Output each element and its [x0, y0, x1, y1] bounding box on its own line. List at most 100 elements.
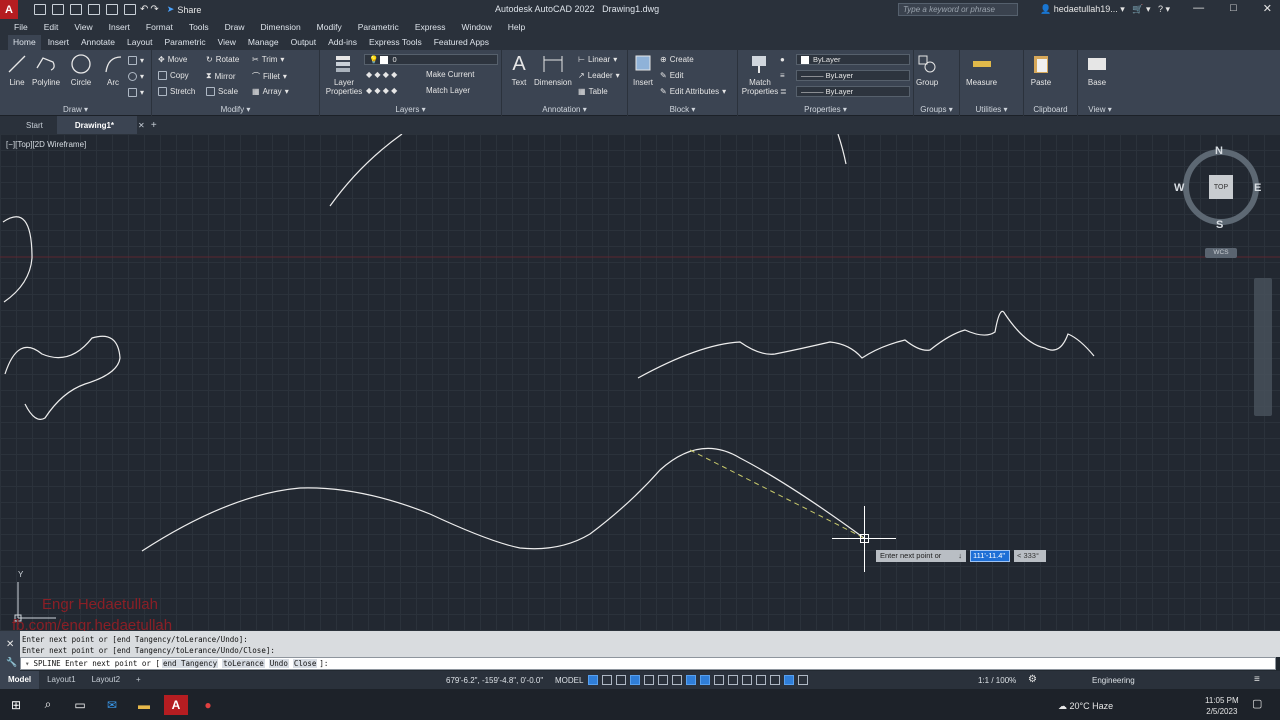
auto-scale-icon[interactable]	[798, 675, 808, 685]
open-file-icon[interactable]	[52, 4, 64, 15]
tab-manage[interactable]: Manage	[243, 35, 284, 50]
dynamic-angle-input[interactable]: < 333°	[1014, 550, 1046, 562]
isodraft-icon[interactable]	[644, 675, 654, 685]
tab-featured-apps[interactable]: Featured Apps	[429, 35, 494, 50]
text-tool[interactable]: A Text	[508, 53, 530, 88]
rotate-tool[interactable]: ↻ Rotate	[206, 55, 239, 64]
tab-annotate[interactable]: Annotate	[76, 35, 120, 50]
match-properties-tool[interactable]: Match Properties	[740, 53, 780, 96]
new-file-icon[interactable]	[34, 4, 46, 15]
menu-insert[interactable]: Insert	[109, 22, 130, 32]
compass-south[interactable]: S	[1216, 219, 1223, 231]
plot-icon[interactable]	[124, 4, 136, 15]
start-tab[interactable]: Start	[0, 116, 57, 134]
gizmo-icon[interactable]	[770, 675, 780, 685]
copy-tool[interactable]: Copy	[158, 71, 189, 80]
task-view-icon[interactable]: ▭	[68, 695, 92, 715]
units-dropdown[interactable]: Engineering	[1092, 676, 1135, 685]
layer-tools-icons[interactable]: ◆ ◆ ◆ ◆	[366, 86, 397, 95]
circle-tool[interactable]: Circle	[70, 53, 92, 87]
save-icon[interactable]	[70, 4, 82, 15]
command-input[interactable]: ▾ SPLINE Enter next point or [ end Tange…	[20, 657, 1276, 670]
array-tool[interactable]: ▦ Array ▾	[252, 87, 289, 96]
model-tab[interactable]: Model	[0, 671, 40, 689]
dimension-tool[interactable]: Dimension	[534, 53, 572, 87]
help-search-input[interactable]: Type a keyword or phrase	[898, 3, 1018, 16]
line-tool[interactable]: Line	[6, 53, 28, 87]
option-undo[interactable]: Undo	[268, 659, 289, 668]
windows-start-icon[interactable]: ⊞	[4, 695, 28, 715]
annotation-visibility-icon[interactable]	[784, 675, 794, 685]
close-button[interactable]: ✕	[1263, 2, 1272, 15]
file-explorer-icon[interactable]: ▬	[132, 695, 156, 715]
rectangle-tool[interactable]: ▾	[128, 56, 144, 65]
drawing-tab[interactable]: Drawing1* ✕	[56, 116, 145, 134]
undo-icon[interactable]: ↶	[140, 4, 148, 15]
lineweight-icon[interactable]: ≣	[780, 87, 787, 96]
recorder-icon[interactable]: ●	[196, 695, 220, 715]
match-layer-tool[interactable]: Match Layer	[426, 86, 470, 95]
search-icon[interactable]: ⌕	[36, 695, 60, 715]
ortho-icon[interactable]	[616, 675, 626, 685]
tab-home[interactable]: Home	[8, 35, 41, 50]
new-tab-button[interactable]: +	[151, 120, 157, 131]
dynamic-ucs-icon[interactable]	[742, 675, 752, 685]
compass-north[interactable]: N	[1215, 145, 1223, 157]
tab-insert[interactable]: Insert	[43, 35, 74, 50]
base-tool[interactable]: Base	[1086, 53, 1108, 87]
arc-tool[interactable]: Arc	[102, 53, 124, 87]
linetype-icon[interactable]: ≡	[780, 71, 785, 80]
stretch-tool[interactable]: Stretch	[158, 87, 195, 96]
menu-express[interactable]: Express	[415, 22, 446, 32]
user-account[interactable]: 👤 hedaetullah19... ▾ 🛒 ▾ ? ▾	[1040, 4, 1170, 15]
table-tool[interactable]: ▦ Table	[578, 87, 608, 96]
color-dropdown[interactable]: ByLayer	[796, 54, 910, 65]
edit-attributes-tool[interactable]: ✎ Edit Attributes ▾	[660, 87, 726, 96]
wcs-menu[interactable]: WCS	[1205, 248, 1237, 258]
dynamic-distance-input[interactable]: 111'-11.4"	[970, 550, 1010, 562]
minimize-button[interactable]: —	[1193, 2, 1204, 15]
layout2-tab[interactable]: Layout2	[84, 671, 128, 689]
table-draw-tool[interactable]: ▾	[128, 88, 144, 97]
paste-tool[interactable]: Paste	[1030, 53, 1052, 87]
viewcube[interactable]: TOP N S E W	[1174, 144, 1264, 231]
mirror-tool[interactable]: ⧗ Mirror	[206, 71, 236, 81]
add-layout-button[interactable]: +	[128, 671, 149, 689]
transparency-icon[interactable]	[700, 675, 710, 685]
polar-icon[interactable]	[630, 675, 640, 685]
polyline-tool[interactable]: Polyline	[32, 53, 60, 87]
dynamic-options-icon[interactable]: ↓	[958, 550, 962, 562]
annotation-scale[interactable]: 1:1 / 100%	[978, 676, 1016, 685]
fillet-tool[interactable]: ⌒ Fillet ▾	[252, 71, 287, 82]
clipboard-panel-title[interactable]: Clipboard	[1024, 105, 1077, 114]
tab-view[interactable]: View	[213, 35, 241, 50]
option-end-tangency[interactable]: end Tangency	[161, 659, 219, 668]
maximize-button[interactable]: □	[1230, 2, 1237, 15]
menu-edit[interactable]: Edit	[44, 22, 59, 32]
menu-help[interactable]: Help	[508, 22, 525, 32]
selection-filter-icon[interactable]	[756, 675, 766, 685]
tab-parametric[interactable]: Parametric	[160, 35, 211, 50]
lineweight-dropdown[interactable]: ——— ByLayer	[796, 86, 910, 97]
layer-properties-tool[interactable]: Layer Properties	[324, 53, 364, 96]
weather-widget[interactable]: ☁ 20°C Haze	[1058, 701, 1113, 712]
menu-tools[interactable]: Tools	[189, 22, 209, 32]
block-panel-title[interactable]: Block ▾	[628, 105, 737, 114]
customization-menu-icon[interactable]: ≡	[1254, 674, 1260, 685]
draw-panel-title[interactable]: Draw ▾	[0, 105, 151, 114]
properties-panel-title[interactable]: Properties ▾	[738, 105, 913, 114]
option-close[interactable]: Close	[292, 659, 318, 668]
layer-dropdown[interactable]: 💡 0	[364, 54, 498, 65]
modify-panel-title[interactable]: Modify ▾	[152, 105, 319, 114]
menu-parametric[interactable]: Parametric	[358, 22, 399, 32]
system-clock[interactable]: 11:05 PM 2/5/2023	[1205, 695, 1239, 717]
redo-icon[interactable]: ↷	[150, 4, 158, 15]
insert-block-tool[interactable]: Insert	[632, 53, 654, 87]
measure-tool[interactable]: Measure	[966, 53, 997, 87]
annotation-panel-title[interactable]: Annotation ▾	[502, 105, 627, 114]
tab-add-ins[interactable]: Add-ins	[323, 35, 362, 50]
edit-block-tool[interactable]: ✎ Edit	[660, 71, 684, 80]
snap-icon[interactable]	[602, 675, 612, 685]
navigation-bar[interactable]	[1254, 278, 1272, 416]
move-tool[interactable]: ✥ Move	[158, 55, 187, 64]
